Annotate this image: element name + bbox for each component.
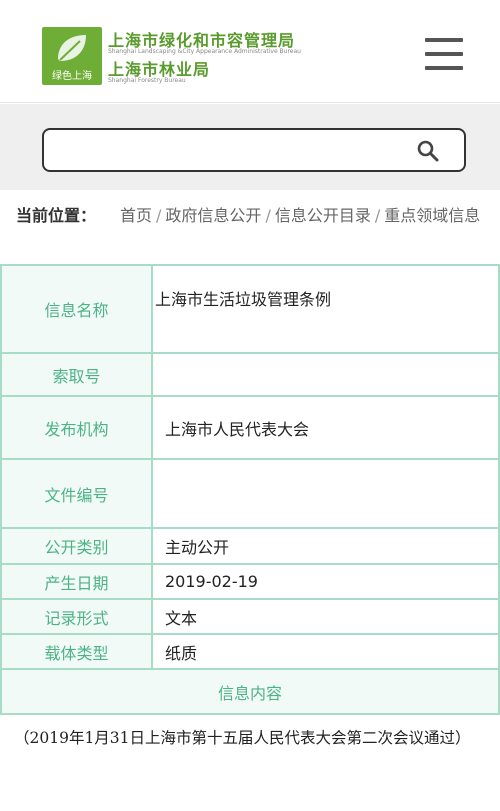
breadcrumb: 当前位置： 首页 / 政府信息公开 / 信息公开目录 / 重点领域信息 [16, 203, 486, 229]
breadcrumb-catalog[interactable]: 信息公开目录 [275, 206, 371, 225]
info-label: 载体类型 [0, 633, 153, 670]
table-row: 记录形式 文本 [0, 598, 500, 635]
breadcrumb-separator: / [374, 206, 381, 225]
table-row: 文件编号 [0, 458, 500, 529]
breadcrumb-home[interactable]: 首页 [120, 206, 152, 225]
table-row: 载体类型 纸质 [0, 633, 500, 670]
site-header: 绿色上海 上海市绿化和市容管理局 Shanghai Landscaping &C… [0, 0, 500, 103]
breadcrumb-key-areas[interactable]: 重点领域信息 [384, 206, 480, 225]
info-value [151, 352, 500, 397]
info-value: 纸质 [151, 633, 500, 670]
info-label: 信息名称 [0, 264, 153, 354]
hamburger-menu-icon[interactable] [425, 38, 463, 70]
site-logo[interactable]: 绿色上海 [42, 27, 102, 85]
table-row: 公开类别 主动公开 [0, 527, 500, 565]
breadcrumb-gov-info[interactable]: 政府信息公开 [165, 206, 261, 225]
org-name-main-en: Shanghai Landscaping &City Appearance Ad… [108, 48, 301, 55]
info-value [151, 458, 500, 529]
breadcrumb-separator: / [156, 206, 162, 225]
table-row: 发布机构 上海市人民代表大会 [0, 395, 500, 460]
leaf-logo-icon [58, 35, 86, 61]
info-value: 上海市人民代表大会 [151, 395, 500, 460]
search-box [42, 128, 466, 172]
table-row: 信息内容 [0, 668, 500, 715]
info-table: 信息名称 上海市生活垃圾管理条例 索取号 发布机构 上海市人民代表大会 文件编号… [0, 264, 500, 715]
info-label: 文件编号 [0, 458, 153, 529]
logo-caption: 绿色上海 [52, 71, 92, 82]
info-label: 索取号 [0, 352, 153, 397]
info-value: 主动公开 [151, 527, 500, 565]
table-row: 索取号 [0, 352, 500, 397]
breadcrumb-label: 当前位置： [16, 206, 97, 225]
info-label: 记录形式 [0, 598, 153, 635]
info-label: 发布机构 [0, 395, 153, 460]
info-label: 产生日期 [0, 563, 153, 600]
search-icon[interactable] [416, 139, 440, 163]
table-row: 信息名称 上海市生活垃圾管理条例 [0, 264, 500, 354]
org-name-sub-en: Shanghai Forestry Bureau [108, 77, 186, 84]
search-bar [0, 104, 500, 190]
breadcrumb-separator: / [265, 206, 271, 225]
table-row: 产生日期 2019-02-19 [0, 563, 500, 600]
info-label: 公开类别 [0, 527, 153, 565]
info-value: 2019-02-19 [151, 563, 500, 600]
info-value: 文本 [151, 598, 500, 635]
content-text: （2019年1月31日上海市第十五届人民代表大会第二次会议通过） [14, 729, 471, 747]
search-input[interactable] [56, 136, 396, 164]
content-section-header: 信息内容 [0, 668, 500, 715]
info-value: 上海市生活垃圾管理条例 [151, 264, 500, 354]
